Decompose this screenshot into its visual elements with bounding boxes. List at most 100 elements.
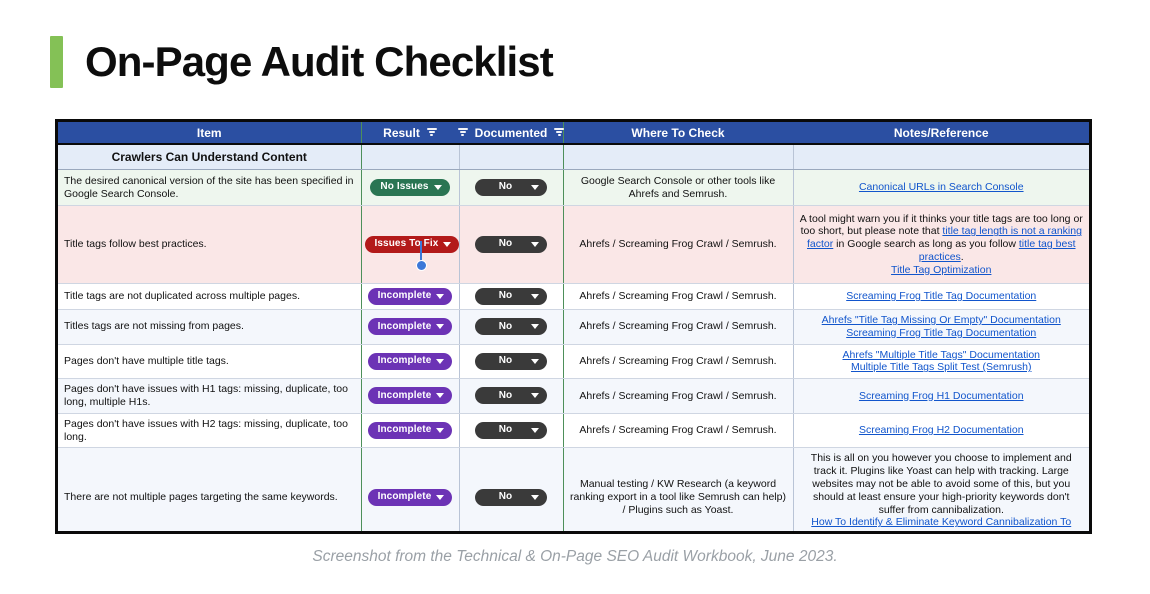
notes-reference-link[interactable]: Screaming Frog H2 Documentation	[800, 424, 1084, 437]
cell-notes-reference[interactable]: Screaming Frog H1 Documentation	[793, 378, 1089, 414]
chevron-down-icon[interactable]	[443, 242, 452, 247]
chevron-down-icon[interactable]	[436, 324, 445, 330]
documented-dropdown[interactable]: No	[475, 352, 547, 370]
cell-documented[interactable]: No	[459, 283, 564, 310]
chevron-down-icon[interactable]	[531, 185, 539, 190]
cell-documented[interactable]: No	[459, 309, 564, 345]
chevron-down-icon[interactable]	[436, 393, 445, 399]
notes-reference-link[interactable]: Screaming Frog Title Tag Documentation	[800, 327, 1084, 340]
chevron-down-icon[interactable]	[436, 428, 445, 434]
notes-reference-link[interactable]: Multiple Title Tags Split Test (Semrush)	[800, 361, 1084, 374]
cell-notes-reference[interactable]: This is all on you however you choose to…	[793, 447, 1089, 531]
result-dropdown[interactable]: Incomplete	[367, 352, 453, 370]
cell-result[interactable]: Incomplete	[361, 283, 460, 310]
column-header-documented[interactable]: Documented	[457, 122, 565, 145]
notes-reference-link[interactable]: Canonical URLs in Search Console	[800, 181, 1084, 194]
chevron-down-icon[interactable]	[531, 393, 539, 399]
cell-item[interactable]: Pages don't have issues with H2 tags: mi…	[58, 413, 362, 449]
chevron-down-icon[interactable]	[531, 428, 539, 434]
section-header-row: Crawlers Can Understand Content	[58, 144, 1089, 170]
chevron-down-icon[interactable]	[433, 185, 442, 190]
cell-notes-reference[interactable]: Canonical URLs in Search Console	[793, 169, 1089, 206]
cell-documented[interactable]: No	[459, 169, 564, 206]
documented-dropdown[interactable]: No	[475, 387, 547, 405]
cell-documented[interactable]: No	[459, 413, 564, 449]
result-dropdown[interactable]: Incomplete	[367, 422, 453, 440]
cell-result[interactable]: Issues To Fix	[361, 205, 460, 284]
filter-icon[interactable]	[457, 128, 468, 137]
notes-reference-link[interactable]: Title Tag Optimization	[800, 264, 1084, 277]
column-header-where-to-check[interactable]: Where To Check	[563, 122, 794, 145]
cell-notes-reference[interactable]: Screaming Frog Title Tag Documentation	[793, 283, 1089, 310]
result-dropdown[interactable]: Incomplete	[367, 488, 453, 506]
chevron-down-icon[interactable]	[531, 494, 539, 500]
documented-dropdown[interactable]: No	[475, 179, 547, 196]
notes-inline-link[interactable]: title tag best practices	[919, 238, 1076, 263]
chevron-down-icon[interactable]	[531, 242, 539, 247]
documented-label: No	[498, 389, 513, 401]
cell-result[interactable]: Incomplete	[361, 413, 460, 449]
cell-notes-reference[interactable]: Screaming Frog H2 Documentation	[793, 413, 1089, 449]
cell-where-to-check[interactable]: Ahrefs / Screaming Frog Crawl / Semrush.	[563, 283, 794, 310]
column-header-item[interactable]: Item	[58, 122, 362, 145]
cell-documented[interactable]: No	[459, 378, 564, 414]
result-dropdown[interactable]: Incomplete	[367, 288, 453, 305]
result-dropdown[interactable]: No Issues	[370, 179, 450, 196]
cell-item[interactable]: The desired canonical version of the sit…	[58, 169, 362, 206]
cell-item[interactable]: Titles tags are not missing from pages.	[58, 309, 362, 345]
result-label: Issues To Fix	[374, 238, 439, 250]
cell-item[interactable]: Pages don't have multiple title tags.	[58, 344, 362, 380]
notes-reference-link[interactable]: How To Identify & Eliminate Keyword Cann…	[800, 516, 1084, 531]
cell-notes-reference[interactable]: Ahrefs "Multiple Title Tags" Documentati…	[793, 344, 1089, 380]
cell-where-to-check[interactable]: Ahrefs / Screaming Frog Crawl / Semrush.	[563, 378, 794, 414]
cell-item[interactable]: There are not multiple pages targeting t…	[58, 447, 362, 531]
notes-reference-link[interactable]: Screaming Frog H1 Documentation	[800, 390, 1084, 403]
filter-icon[interactable]	[426, 128, 437, 137]
column-header-item-label: Item	[196, 125, 222, 140]
cell-where-to-check[interactable]: Ahrefs / Screaming Frog Crawl / Semrush.	[563, 205, 794, 284]
notes-link-list: Canonical URLs in Search Console	[800, 181, 1084, 194]
chevron-down-icon[interactable]	[531, 358, 539, 364]
documented-dropdown[interactable]: No	[475, 422, 547, 440]
notes-reference-link[interactable]: Ahrefs "Title Tag Missing Or Empty" Docu…	[800, 314, 1084, 327]
result-dropdown[interactable]: Incomplete	[367, 318, 453, 336]
documented-dropdown[interactable]: No	[475, 288, 547, 305]
cell-where-to-check[interactable]: Ahrefs / Screaming Frog Crawl / Semrush.	[563, 309, 794, 345]
cell-where-to-check[interactable]: Ahrefs / Screaming Frog Crawl / Semrush.	[563, 413, 794, 449]
result-dropdown[interactable]: Issues To Fix	[364, 236, 460, 253]
documented-dropdown[interactable]: No	[475, 488, 547, 506]
cell-where-to-check[interactable]: Ahrefs / Screaming Frog Crawl / Semrush.	[563, 344, 794, 380]
chevron-down-icon[interactable]	[531, 324, 539, 330]
cell-item[interactable]: Title tags follow best practices.	[58, 205, 362, 284]
cell-item[interactable]: Title tags are not duplicated across mul…	[58, 283, 362, 310]
notes-reference-link[interactable]: Ahrefs "Multiple Title Tags" Documentati…	[800, 349, 1084, 362]
cell-where-to-check[interactable]: Google Search Console or other tools lik…	[563, 169, 794, 206]
documented-dropdown[interactable]: No	[475, 318, 547, 336]
documented-dropdown[interactable]: No	[475, 236, 547, 253]
audit-checklist-table: Item Result Documented Where To Check No…	[58, 122, 1089, 531]
cell-notes-reference[interactable]: A tool might warn you if it thinks your …	[793, 205, 1089, 284]
documented-label: No	[498, 238, 513, 250]
result-dropdown[interactable]: Incomplete	[367, 387, 453, 405]
column-header-notes-reference[interactable]: Notes/Reference	[793, 122, 1089, 145]
cell-result[interactable]: No Issues	[361, 169, 460, 206]
cell-where-to-check[interactable]: Manual testing / KW Research (a keyword …	[563, 447, 794, 531]
chevron-down-icon[interactable]	[531, 294, 539, 299]
result-label: Incomplete	[377, 355, 432, 367]
chevron-down-icon[interactable]	[436, 494, 445, 500]
cell-item[interactable]: Pages don't have issues with H1 tags: mi…	[58, 378, 362, 414]
chevron-down-icon[interactable]	[436, 358, 445, 364]
cell-documented[interactable]: No	[459, 205, 564, 284]
cell-notes-reference[interactable]: Ahrefs "Title Tag Missing Or Empty" Docu…	[793, 309, 1089, 345]
column-header-result[interactable]: Result	[361, 122, 460, 145]
cell-result[interactable]: Incomplete	[361, 309, 460, 345]
notes-reference-link[interactable]: Screaming Frog Title Tag Documentation	[800, 290, 1084, 303]
cell-result[interactable]: Incomplete	[361, 378, 460, 414]
cell-documented[interactable]: No	[459, 447, 564, 531]
chevron-down-icon[interactable]	[436, 294, 445, 299]
spreadsheet-table[interactable]: Item Result Documented Where To Check No…	[55, 119, 1092, 534]
cell-result[interactable]: Incomplete	[361, 447, 460, 531]
cell-documented[interactable]: No	[459, 344, 564, 380]
column-resize-handle[interactable]	[416, 260, 427, 271]
cell-result[interactable]: Incomplete	[361, 344, 460, 380]
